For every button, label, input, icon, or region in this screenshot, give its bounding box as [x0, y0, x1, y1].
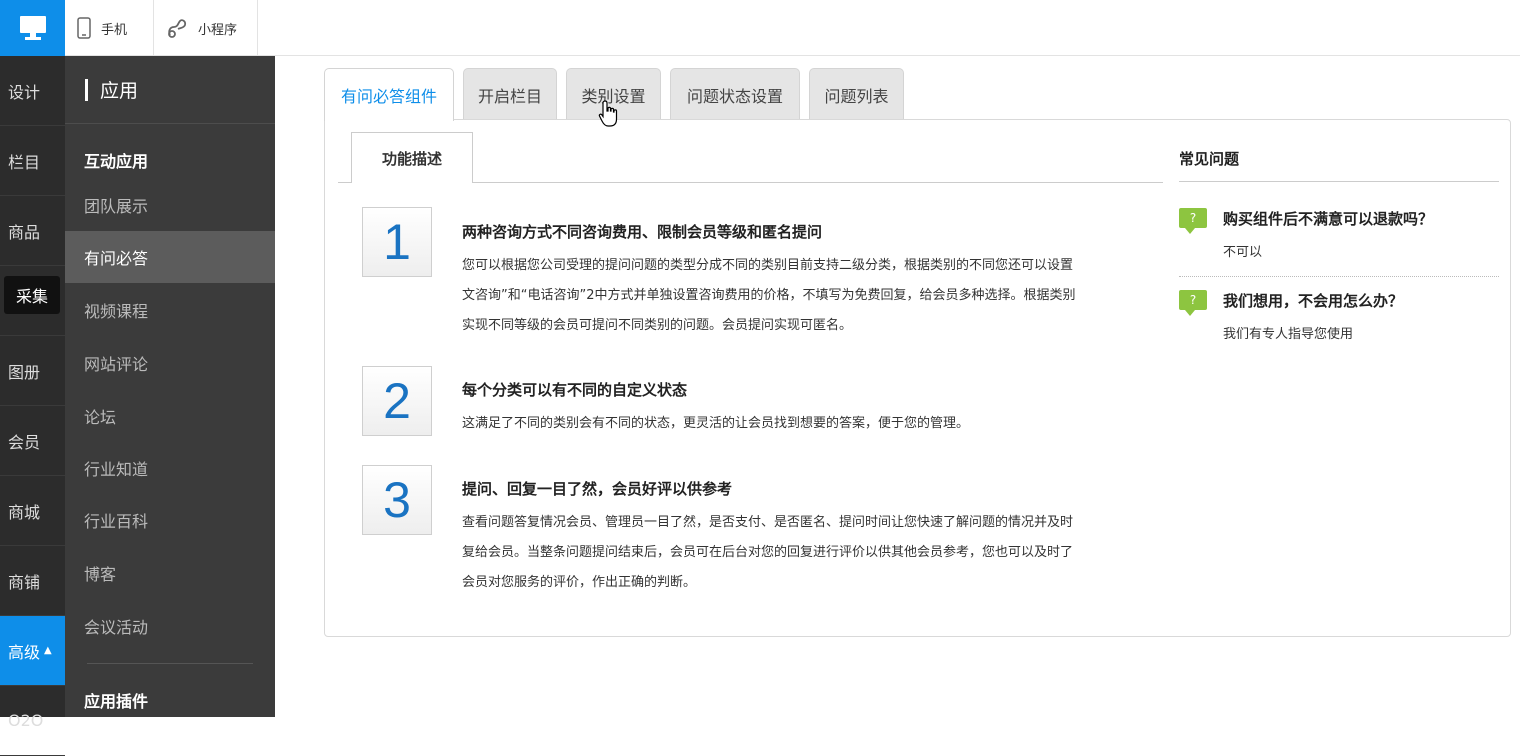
submenu-item-active[interactable]: 有问必答 — [65, 231, 275, 283]
rail-item-mall[interactable]: 商城 — [0, 476, 65, 546]
tooltip: 采集 — [4, 276, 60, 314]
feature-number: 3 — [362, 465, 432, 535]
submenu-item[interactable]: 团队展示 — [65, 179, 275, 231]
secondary-menu: 应用 互动应用 团队展示 有问必答 视频课程 网站评论 论坛 行业知道 行业百科… — [65, 56, 275, 717]
rail-item-product[interactable]: 商品 — [0, 196, 65, 266]
rail-item-member[interactable]: 会员 — [0, 406, 65, 476]
rail-item-label: 商品 — [8, 222, 41, 242]
submenu-item[interactable]: 论坛 — [65, 390, 275, 442]
submenu-item[interactable]: 行业百科 — [65, 494, 275, 546]
tab-enable-column[interactable]: 开启栏目 — [463, 68, 557, 120]
title-bar-marker — [85, 78, 88, 101]
feature-line: 您可以根据您公司受理的提问问题的类型分成不同的类别目前支持二级分类，根据类别的不… — [462, 258, 1074, 273]
device-tab-label: 小程序 — [198, 22, 238, 38]
submenu-item-label: 行业知道 — [84, 460, 149, 479]
rail-item-label: 高级 — [8, 642, 41, 662]
content-panel: 功能描述 1 两种咨询方式不同咨询费用、限制会员等级和匿名提问 您可以根据您公司… — [324, 119, 1511, 637]
rail-item-advanced[interactable]: 高级 ▲ — [0, 616, 65, 686]
faq-answer: 不可以 — [1223, 245, 1263, 260]
faq-question: 我们想用，不会用怎么办？ — [1223, 292, 1404, 310]
rail-item-label: 栏目 — [8, 152, 41, 172]
submenu-group-plugins: 应用插件 — [84, 692, 149, 711]
submenu-item-label: 论坛 — [84, 408, 117, 427]
feature-line: 文咨询”和“电话咨询”2中方式并单独设置咨询费用的价格，不填写为免费回复，给会员… — [462, 288, 1076, 303]
submenu-title-text: 应用 — [100, 80, 139, 102]
tab-question-list[interactable]: 问题列表 — [809, 68, 904, 120]
feature-description: 这满足了不同的类别会有不同的状态，更灵活的让会员找到想要的答案，便于您的管理。 — [462, 409, 1164, 439]
feature-line: 复给会员。当整条问题提问结束后，会员可在后台对您的回复进行评价以供其他会员参考，… — [462, 545, 1074, 560]
mobile-icon — [77, 17, 91, 39]
submenu-item[interactable]: 网站评论 — [65, 337, 275, 389]
feature-line: 会员对您服务的评价，作出正确的判断。 — [462, 575, 697, 590]
faq-divider — [1179, 181, 1499, 182]
mini-program-icon — [166, 17, 188, 39]
device-tab-label: 手机 — [101, 22, 128, 38]
submenu-item-label: 会议活动 — [84, 618, 149, 637]
rail-item-o2o[interactable]: O2O — [0, 686, 65, 756]
caret-up-icon: ▲ — [44, 645, 52, 656]
desktop-icon[interactable] — [0, 0, 65, 56]
submenu-item-label: 网站评论 — [84, 355, 149, 374]
feature-line: 这满足了不同的类别会有不同的状态，更灵活的让会员找到想要的答案，便于您的管理。 — [462, 416, 970, 431]
tab-status-settings[interactable]: 问题状态设置 — [670, 68, 800, 120]
rail-item-label: O2O — [8, 711, 44, 730]
device-tab-mobile[interactable]: 手机 — [65, 0, 154, 56]
feature-item: 1 两种咨询方式不同咨询费用、限制会员等级和匿名提问 您可以根据您公司受理的提问… — [362, 207, 1162, 357]
rail-item-label: 商城 — [8, 502, 41, 522]
faq-question: 购买组件后不满意可以退款吗？ — [1223, 210, 1434, 228]
top-bar: 手机 小程序 — [0, 0, 1520, 56]
submenu-item-label: 行业百科 — [84, 512, 149, 531]
submenu-item[interactable]: 行业知道 — [65, 442, 275, 494]
rail-item-column[interactable]: 栏目 — [0, 126, 65, 196]
submenu-item-label: 视频课程 — [84, 302, 149, 321]
hand-cursor-icon — [598, 100, 618, 127]
submenu-item-label: 团队展示 — [84, 197, 149, 216]
faq-answer: 我们有专人指导您使用 — [1223, 327, 1354, 342]
rail-item-album[interactable]: 图册 — [0, 336, 65, 406]
rail-item-label: 会员 — [8, 432, 41, 452]
rail-item-design[interactable]: 设计 — [0, 56, 65, 126]
rail-item-label: 商铺 — [8, 572, 41, 592]
faq-title: 常见问题 — [1179, 150, 1240, 168]
submenu-item-label: 博客 — [84, 565, 117, 584]
feature-item: 2 每个分类可以有不同的自定义状态 这满足了不同的类别会有不同的状态，更灵活的让… — [362, 366, 1162, 456]
device-tab-mini-program[interactable]: 小程序 — [154, 0, 258, 56]
question-badge-icon: ? — [1179, 290, 1207, 316]
feature-line: 查看问题答复情况会员、管理员一目了然，是否支付、是否匿名、提问时间让您快速了解问… — [462, 515, 1074, 530]
submenu-item[interactable]: 会议活动 — [65, 600, 275, 652]
faq-dotted-divider — [1179, 276, 1499, 277]
feature-number: 1 — [362, 207, 432, 277]
submenu-item-label: 有问必答 — [84, 249, 149, 268]
rail-item-label: 图册 — [8, 362, 41, 382]
feature-description: 您可以根据您公司受理的提问问题的类型分成不同的类别目前支持二级分类，根据类别的不… — [462, 251, 1164, 341]
question-badge-icon: ? — [1179, 208, 1207, 234]
feature-title: 提问、回复一目了然，会员好评以供参考 — [462, 480, 733, 498]
feature-title: 两种咨询方式不同咨询费用、限制会员等级和匿名提问 — [462, 223, 823, 241]
feature-item: 3 提问、回复一目了然，会员好评以供参考 查看问题答复情况会员、管理员一目了然，… — [362, 465, 1162, 615]
submenu-item[interactable]: 博客 — [65, 547, 275, 599]
submenu-group-interactive: 互动应用 — [84, 152, 149, 171]
submenu-title: 应用 — [65, 56, 275, 124]
tab-feature-description[interactable]: 功能描述 — [351, 132, 473, 183]
feature-line: 实现不同等级的会员可提问不同类别的问题。会员提问实现可匿名。 — [462, 318, 853, 333]
submenu-item[interactable]: 视频课程 — [65, 284, 275, 336]
rail-item-label: 设计 — [8, 82, 41, 102]
main-nav-rail: 设计 栏目 商品 文章 图册 会员 商城 商铺 高级 ▲ O2O 采集 — [0, 56, 65, 756]
feature-number: 2 — [362, 366, 432, 436]
rail-item-shop[interactable]: 商铺 — [0, 546, 65, 616]
submenu-divider — [87, 663, 253, 664]
tab-qa-component[interactable]: 有问必答组件 — [324, 68, 454, 121]
feature-title: 每个分类可以有不同的自定义状态 — [462, 381, 688, 399]
feature-description: 查看问题答复情况会员、管理员一目了然，是否支付、是否匿名、提问时间让您快速了解问… — [462, 508, 1164, 598]
